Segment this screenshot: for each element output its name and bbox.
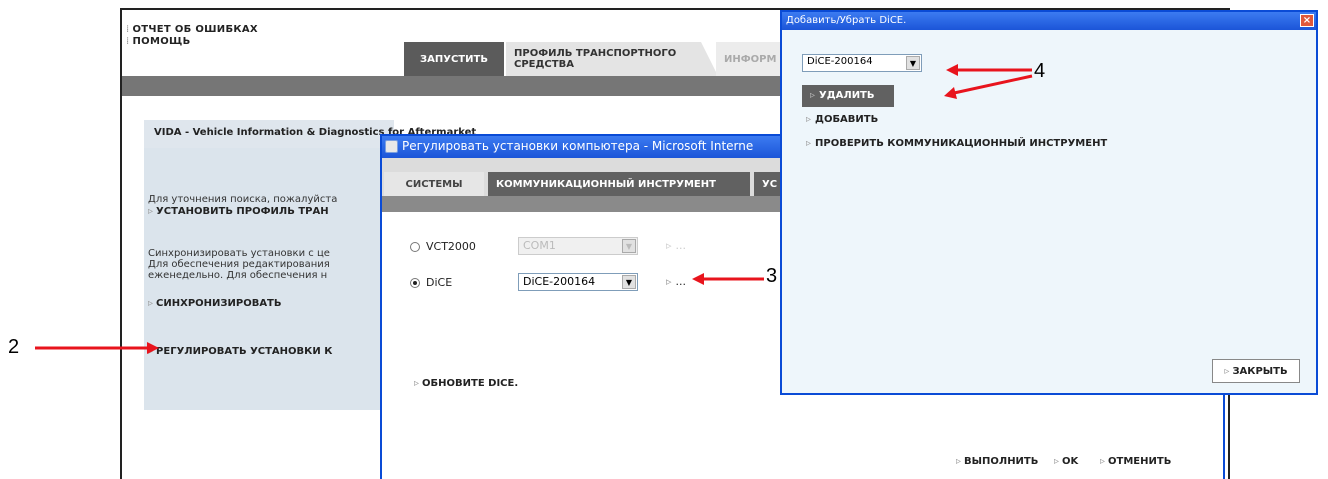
vida-header-text: VIDA - Vehicle Information & Dia <box>154 127 338 138</box>
link-adjust-settings-label: РЕГУЛИРОВАТЬ УСТАНОВКИ К <box>156 346 333 357</box>
annotation-arrows-4 <box>944 64 1033 99</box>
vct-options-label: ... <box>675 239 687 252</box>
select-dice-remove-value: DiCE-200164 <box>807 56 873 67</box>
delete-button-label: УДАЛИТЬ <box>819 90 875 101</box>
tab-vehicle-profile[interactable]: ПРОФИЛЬ ТРАНСПОРТНОГО СРЕДСТВА <box>506 42 718 76</box>
menu-help[interactable]: ⁞ ПОМОЩЬ <box>126 36 191 47</box>
tab-profile-line2: СРЕДСТВА <box>514 59 574 70</box>
annotation-number-3: 3 <box>766 265 778 287</box>
link-adjust-settings[interactable]: ▹РЕГУЛИРОВАТЬ УСТАНОВКИ К <box>148 346 332 357</box>
select-dice-device[interactable]: DiCE-200164 ▼ <box>518 273 638 291</box>
apply-button-label: ВЫПОЛНИТЬ <box>964 456 1039 467</box>
chevron-down-icon: ▼ <box>622 275 636 289</box>
select-vct-port-value: COM1 <box>523 239 556 252</box>
delete-button[interactable]: ▹ УДАЛИТЬ <box>802 85 894 107</box>
dice-options-button[interactable]: ▹... <box>666 275 686 288</box>
link-add-label: ДОБАВИТЬ <box>815 114 879 125</box>
link-update-dice-label: ОБНОВИТЕ DICE. <box>422 378 519 389</box>
apply-button[interactable]: ▹ ВЫПОЛНИТЬ <box>956 456 1038 467</box>
link-synchronize-label: СИНХРОНИЗИРОВАТЬ <box>156 298 282 309</box>
close-button-label: ЗАКРЫТЬ <box>1232 365 1288 377</box>
ok-button[interactable]: ▹ OK <box>1054 456 1078 467</box>
menu-error-report[interactable]: ⁞ ОТЧЕТ ОБ ОШИБКАХ <box>126 24 258 35</box>
panel-text-sync-1: Синхронизировать установки с це <box>148 248 330 259</box>
link-set-vehicle-profile-label: УСТАНОВИТЬ ПРОФИЛЬ ТРАН <box>156 206 329 217</box>
menu-error-report-label: ОТЧЕТ ОБ ОШИБКАХ <box>132 24 258 35</box>
radio-vct2000-label: VCT2000 <box>426 240 476 253</box>
ok-button-label: OK <box>1062 456 1079 467</box>
select-vct-port[interactable]: COM1 ▼ <box>518 237 638 255</box>
close-button[interactable]: ▹ ЗАКРЫТЬ <box>1212 359 1300 383</box>
link-update-dice[interactable]: ▹ ОБНОВИТЕ DICE. <box>414 378 518 389</box>
menu-help-label: ПОМОЩЬ <box>132 36 191 47</box>
panel-text-search: Для уточнения поиска, пожалуйста <box>148 194 338 205</box>
chevron-down-icon: ▼ <box>906 56 920 70</box>
tab-run[interactable]: ЗАПУСТИТЬ <box>404 42 504 76</box>
tab-profile-line1: ПРОФИЛЬ ТРАНСПОРТНОГО <box>514 48 677 59</box>
link-synchronize[interactable]: ▹ СИНХРОНИЗИРОВАТЬ <box>148 298 282 309</box>
add-remove-title-bar: Добавить/Убрать DiCE. × <box>782 12 1316 30</box>
add-remove-title: Добавить/Убрать DiCE. <box>786 15 907 26</box>
link-add[interactable]: ▹ ДОБАВИТЬ <box>806 114 878 125</box>
tab-comm-tool[interactable]: КОММУНИКАЦИОННЫЙ ИНСТРУМЕНТ <box>488 172 750 196</box>
annotation-arrow-3 <box>692 273 764 285</box>
link-check-comm-tool-label: ПРОВЕРИТЬ КОММУНИКАЦИОННЫЙ ИНСТРУМЕНТ <box>815 138 1108 149</box>
link-set-vehicle-profile[interactable]: ▹ УСТАНОВИТЬ ПРОФИЛЬ ТРАН <box>148 206 329 217</box>
vida-header: VIDA - Vehicle Information & Diagnostics… <box>144 120 476 148</box>
ie-window-icon <box>385 140 398 153</box>
select-dice-value: DiCE-200164 <box>523 275 596 288</box>
annotation-arrow-2 <box>35 342 159 354</box>
link-check-comm-tool[interactable]: ▹ ПРОВЕРИТЬ КОММУНИКАЦИОННЫЙ ИНСТРУМЕНТ <box>806 138 1107 149</box>
select-dice-remove[interactable]: DiCE-200164 ▼ <box>802 54 922 72</box>
add-remove-dice-dialog: Добавить/Убрать DiCE. × DiCE-200164 ▼ ▹ УД… <box>780 10 1318 395</box>
cancel-button-label: ОТМЕНИТЬ <box>1108 456 1172 467</box>
radio-dice-label: DiCE <box>426 276 453 289</box>
radio-dice[interactable]: DiCE <box>410 276 452 289</box>
chevron-down-icon: ▼ <box>622 239 636 253</box>
close-icon[interactable]: × <box>1300 14 1314 27</box>
annotation-number-2: 2 <box>8 336 20 358</box>
dice-options-label: ... <box>675 275 687 288</box>
panel-text-sync-2: Для обеспечения редактирования <box>148 259 330 270</box>
dialog-title: Регулировать установки компьютера - Micr… <box>402 139 754 153</box>
panel-text-sync-3: еженедельно. Для обеспечения н <box>148 270 328 281</box>
radio-vct2000-dot[interactable] <box>410 241 420 252</box>
vct-options-button[interactable]: ▹... <box>666 239 686 252</box>
tab-systems[interactable]: СИСТЕМЫ <box>384 172 484 196</box>
radio-vct2000[interactable]: VCT2000 <box>410 240 476 253</box>
cancel-button[interactable]: ▹ ОТМЕНИТЬ <box>1100 456 1171 467</box>
radio-dice-dot[interactable] <box>410 277 420 288</box>
